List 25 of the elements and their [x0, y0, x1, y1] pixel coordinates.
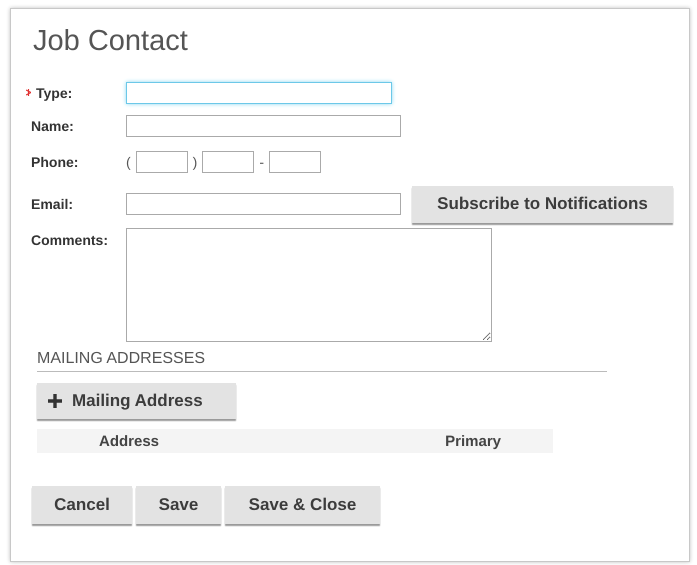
- input-field[interactable]: [126, 82, 392, 104]
- phone-line-field[interactable]: [269, 151, 322, 173]
- field-label: Name:: [31, 118, 74, 134]
- phone-paren: ): [192, 154, 198, 170]
- action-button[interactable]: Save & Close: [225, 486, 380, 524]
- field-label: Comments:: [31, 232, 108, 248]
- action-button[interactable]: Save: [136, 486, 221, 524]
- field-label: Phone:: [31, 154, 78, 170]
- column-header: Address: [99, 432, 160, 450]
- plus-icon: [48, 394, 62, 408]
- field-label: Type:: [36, 84, 72, 100]
- subscribe-button[interactable]: Subscribe to Notifications: [412, 186, 673, 222]
- area-code-field[interactable]: [136, 151, 188, 173]
- phone-paren: (: [126, 154, 131, 170]
- add-address-button[interactable]: Mailing Address: [37, 383, 236, 419]
- field-label: Email:: [31, 196, 74, 212]
- phone-prefix-field[interactable]: [202, 151, 254, 173]
- section-heading: MAILING ADDRESSES: [37, 350, 607, 372]
- input-field[interactable]: [126, 114, 401, 136]
- phone-dash: -: [259, 154, 264, 170]
- action-button[interactable]: Cancel: [32, 486, 132, 524]
- column-header: Primary: [445, 432, 501, 450]
- comments-field[interactable]: [126, 228, 492, 342]
- dialog-title: Job Contact: [33, 25, 189, 58]
- input-field[interactable]: [126, 193, 401, 215]
